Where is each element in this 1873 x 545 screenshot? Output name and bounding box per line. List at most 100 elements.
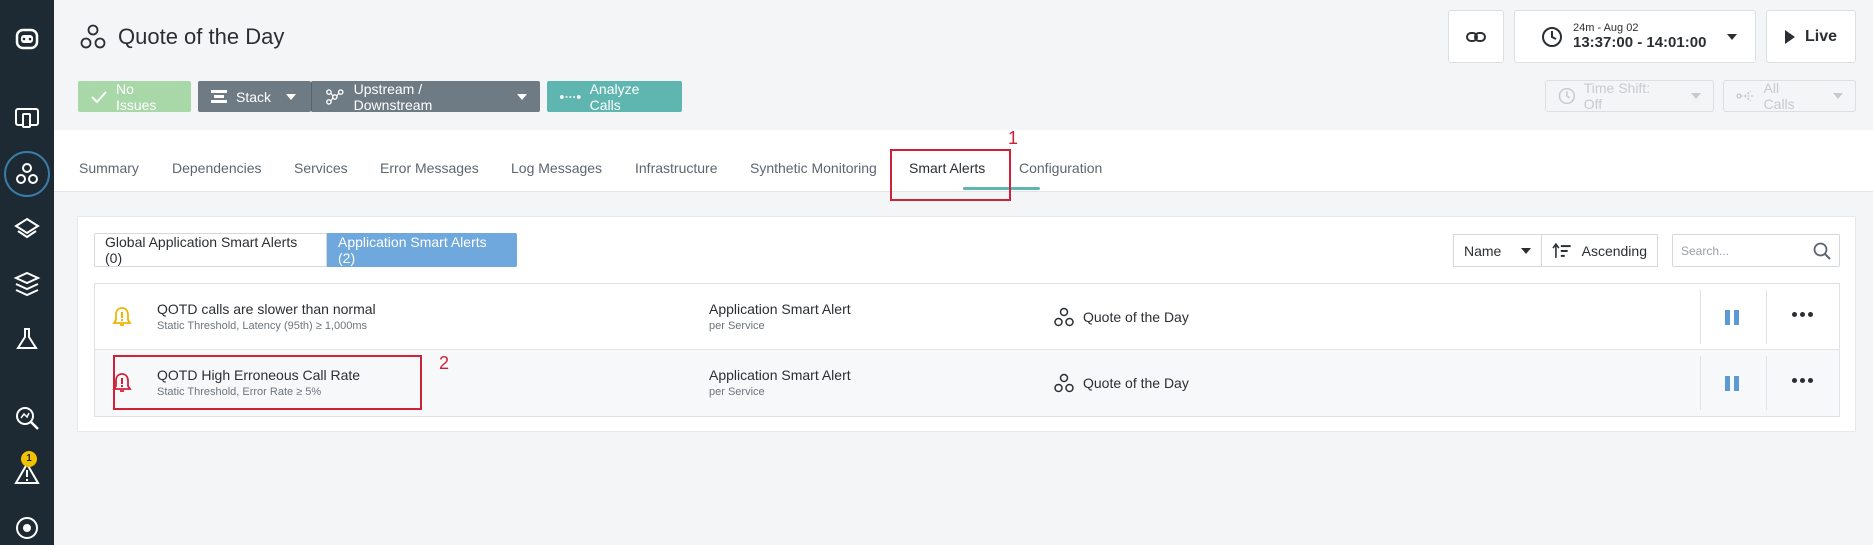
secondary-toolbar: Time Shift: Off All Calls (1545, 80, 1856, 112)
top-right-controls: 24m - Aug 02 13:37:00 - 14:01:00 Live (1448, 10, 1856, 63)
action-toolbar: No Issues Stack Upstream / Downstream An… (78, 80, 682, 113)
tab-summary[interactable]: Summary (79, 160, 139, 176)
annotation-box-1 (890, 149, 1011, 201)
sort-field-label: Name (1464, 242, 1502, 259)
no-issues-button[interactable]: No Issues (78, 80, 191, 113)
search-input[interactable] (1681, 243, 1801, 258)
all-calls-label: All Calls (1763, 80, 1795, 112)
sort-controls: Name Ascending (1453, 234, 1658, 267)
check-icon (91, 90, 107, 103)
upstream-label: Upstream / Downstream (353, 80, 433, 113)
more-options-button[interactable] (1792, 378, 1813, 383)
chevron-down-icon (517, 93, 527, 100)
tab-error-messages[interactable]: Error Messages (380, 160, 479, 176)
application-icon (1054, 373, 1074, 393)
clock-icon (1542, 26, 1562, 47)
chevron-down-icon (1691, 93, 1701, 99)
alert-scope: per Service (709, 386, 765, 398)
page-header: Quote of the Day 24m - Aug 02 13:37:00 -… (54, 0, 1873, 130)
chevron-down-icon (286, 93, 297, 100)
alert-scope: per Service (709, 320, 765, 332)
search-icon[interactable] (1813, 242, 1831, 260)
tab-services[interactable]: Services (294, 160, 348, 176)
websites-mobile-icon[interactable] (4, 95, 50, 141)
time-range-value: 13:37:00 - 14:01:00 (1573, 34, 1707, 51)
all-calls-dropdown[interactable]: All Calls (1723, 80, 1856, 112)
chevron-down-icon (1833, 93, 1843, 99)
chevron-down-icon (1727, 33, 1737, 40)
divider (1766, 290, 1767, 344)
synthetics-flask-icon[interactable] (4, 316, 50, 362)
stack-icon (211, 89, 227, 103)
alert-scope-toggle: Global Application Smart Alerts (0) Appl… (94, 233, 517, 267)
pause-icon (1725, 376, 1730, 391)
pause-icon-bar (1734, 376, 1739, 391)
stack-label: Stack (236, 88, 272, 105)
left-nav: 1 (0, 0, 54, 545)
calls-flow-icon (560, 94, 581, 99)
copy-link-button[interactable] (1448, 10, 1504, 63)
live-button[interactable]: Live (1766, 10, 1856, 63)
alert-type: Application Smart Alert (709, 367, 851, 383)
clock-icon (1558, 87, 1575, 105)
sort-field-dropdown[interactable]: Name (1453, 234, 1542, 267)
tab-synthetic-monitoring[interactable]: Synthetic Monitoring (750, 160, 877, 176)
settings-icon[interactable] (4, 505, 50, 545)
platforms-icon[interactable] (4, 206, 50, 252)
pause-alert-button[interactable] (1725, 310, 1739, 325)
sort-order-button[interactable]: Ascending (1542, 234, 1658, 267)
time-shift-dropdown[interactable]: Time Shift: Off (1545, 80, 1714, 112)
alert-condition: Static Threshold, Latency (95th) ≥ 1,000… (157, 320, 368, 332)
search-box (1672, 234, 1840, 267)
time-range-summary: 24m - Aug 02 (1573, 22, 1639, 34)
pause-alert-button[interactable] (1725, 376, 1739, 391)
application-icon (1054, 307, 1074, 327)
alert-application: Quote of the Day (1053, 372, 1189, 394)
dot (1792, 312, 1797, 317)
tab-infrastructure[interactable]: Infrastructure (635, 160, 717, 176)
sort-ascending-icon (1552, 242, 1571, 258)
alert-application: Quote of the Day (1053, 306, 1189, 328)
page-title: Quote of the Day (118, 24, 285, 49)
upstream-downstream-dropdown[interactable]: Upstream / Downstream (311, 80, 540, 113)
stack-dropdown[interactable]: Stack (198, 81, 311, 112)
application-name: Quote of the Day (1083, 375, 1189, 391)
pause-icon-bar (1734, 310, 1739, 325)
dot (1800, 378, 1805, 383)
annotation-label-2: 2 (439, 353, 450, 373)
analytics-search-icon[interactable] (4, 395, 50, 441)
time-range-picker[interactable]: 24m - Aug 02 13:37:00 - 14:01:00 (1514, 10, 1756, 63)
tab-dependencies[interactable]: Dependencies (172, 160, 262, 176)
link-icon (1466, 31, 1486, 42)
dot (1792, 378, 1797, 383)
application-alerts-tab[interactable]: Application Smart Alerts (2) (327, 233, 517, 267)
play-icon (1784, 29, 1795, 44)
robot-logo-icon[interactable] (4, 16, 50, 62)
tab-configuration[interactable]: Configuration (1019, 160, 1102, 176)
calls-branch-icon (1736, 90, 1754, 102)
application-icon (80, 24, 106, 49)
table-row[interactable]: QOTD calls are slower than normal Static… (95, 284, 1839, 350)
global-alerts-tab[interactable]: Global Application Smart Alerts (0) (94, 233, 327, 267)
no-issues-label: No Issues (115, 80, 157, 113)
divider (1766, 356, 1767, 410)
annotation-label-1: 1 (1008, 128, 1019, 148)
topology-icon (326, 88, 344, 105)
applications-icon[interactable] (4, 151, 50, 197)
annotation-box-2 (113, 355, 422, 410)
pause-icon (1725, 310, 1730, 325)
dot (1808, 378, 1813, 383)
more-options-button[interactable] (1792, 312, 1813, 317)
application-name: Quote of the Day (1083, 309, 1189, 325)
alert-name[interactable]: QOTD calls are slower than normal (157, 301, 376, 317)
analyze-calls-button[interactable]: Analyze Calls (547, 81, 682, 113)
alert-count-badge: 1 (21, 451, 37, 467)
dot (1800, 312, 1805, 317)
warning-bell-icon (112, 307, 132, 326)
dot (1808, 312, 1813, 317)
sort-order-label: Ascending (1581, 242, 1647, 259)
infrastructure-icon[interactable] (4, 261, 50, 307)
live-label: Live (1804, 27, 1837, 45)
time-shift-label: Time Shift: Off (1583, 80, 1651, 112)
tab-log-messages[interactable]: Log Messages (511, 160, 602, 176)
